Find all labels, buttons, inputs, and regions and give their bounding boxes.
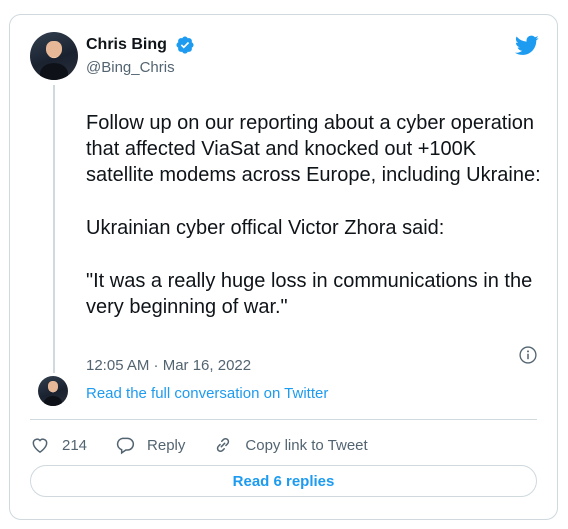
reply-button[interactable]: Reply [115,435,185,455]
reply-label: Reply [147,436,186,454]
conversation-avatar[interactable] [38,376,68,406]
heart-icon [32,438,48,453]
tweet-paragraph: Ukrainian cyber offical Victor Zhora sai… [86,217,445,239]
twitter-bird-icon[interactable] [513,33,541,57]
copy-link-button[interactable]: Copy link to Tweet [213,435,368,455]
author-avatar[interactable] [30,32,78,80]
read-replies-button[interactable]: Read 6 replies [30,465,537,497]
like-button[interactable]: 214 [30,435,87,455]
read-conversation-link[interactable]: Read the full conversation on Twitter [86,385,328,402]
tweet-paragraph: "It was a really huge loss in communicat… [86,270,538,318]
tweet-paragraph: Follow up on our reporting about a cyber… [86,112,541,186]
author-handle[interactable]: @Bing_Chris [86,59,175,76]
thread-line [53,85,55,373]
like-count: 214 [62,436,88,454]
tweet-card: Chris Bing @Bing_Chris Follow up on our … [9,14,558,520]
divider [30,419,537,420]
tweet-timestamp[interactable]: 12:05 AM · Mar 16, 2022 [86,357,251,374]
copy-link-label: Copy link to Tweet [245,436,368,454]
info-icon[interactable] [518,345,538,365]
link-icon [217,437,230,453]
verified-badge-icon [176,36,194,54]
author-name[interactable]: Chris Bing [86,36,167,54]
tweet-text: Follow up on our reporting about a cyber… [86,110,546,347]
reply-icon [116,437,135,455]
action-bar: 214 Reply Copy link to Tweet [30,434,396,456]
